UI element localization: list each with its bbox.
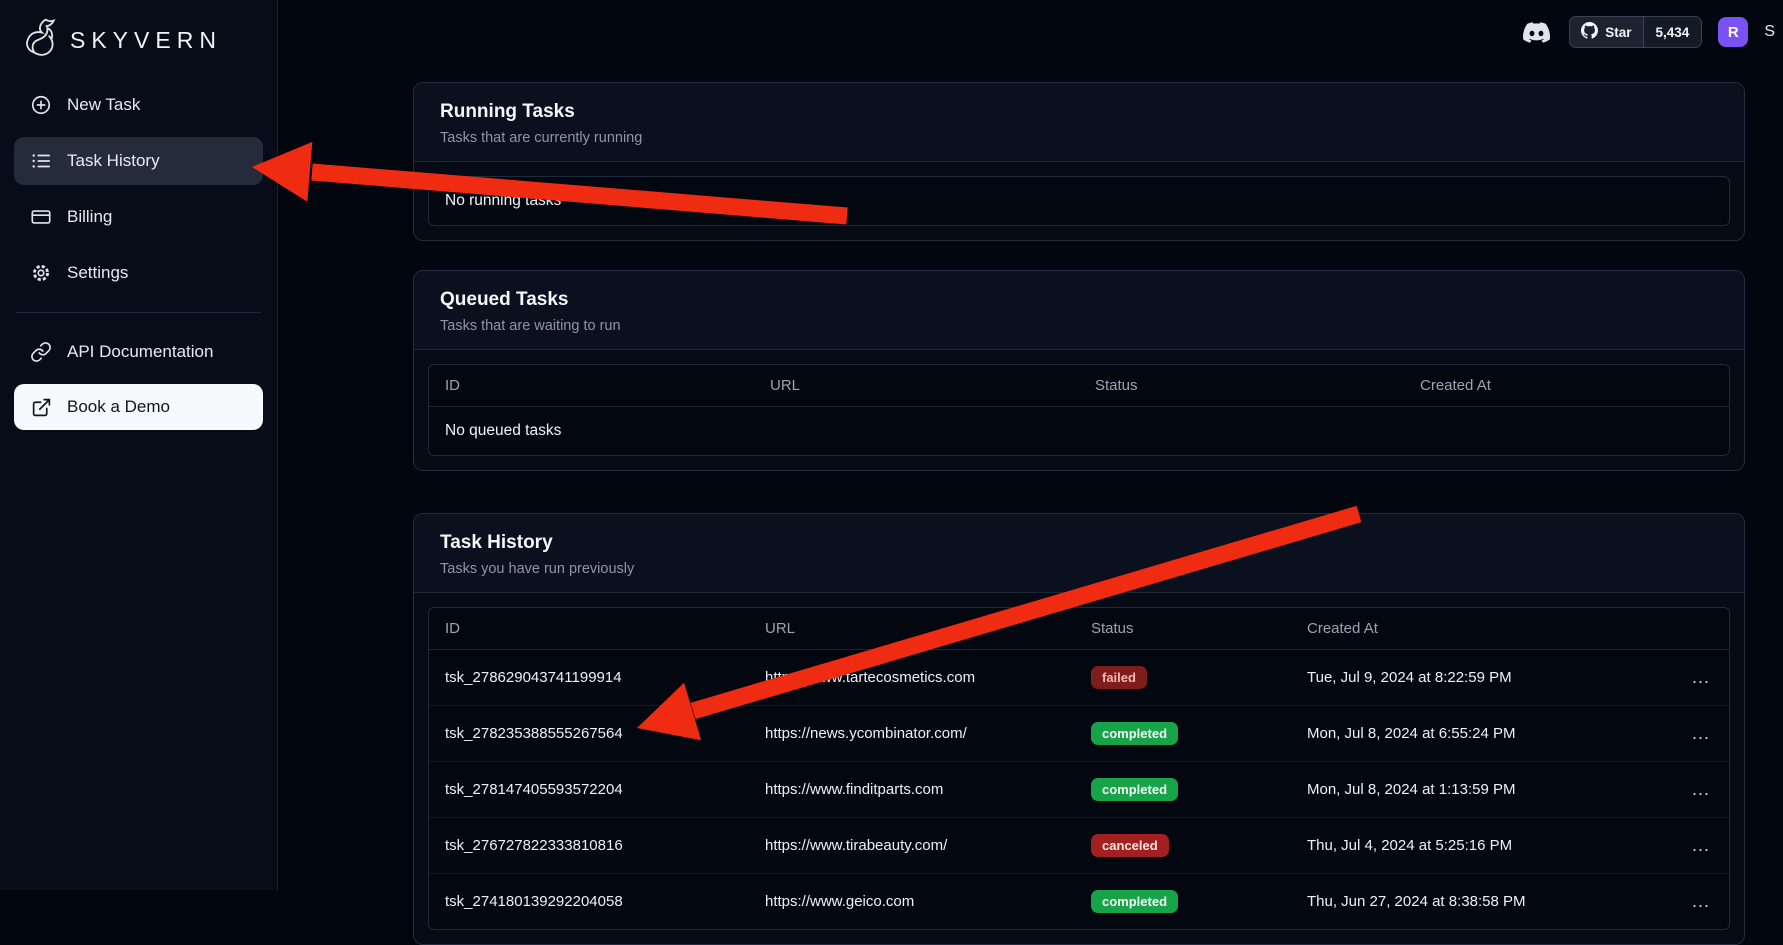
discord-icon[interactable] (1519, 17, 1553, 47)
running-tasks-table: No running tasks (428, 176, 1730, 226)
task-history-subtitle: Tasks you have run previously (440, 561, 1718, 577)
book-a-demo-button[interactable]: Book a Demo (14, 384, 263, 430)
sidebar-item-label: Task History (67, 151, 160, 171)
avatar[interactable]: R (1718, 17, 1748, 47)
user-name-partial: S (1764, 23, 1775, 41)
table-row[interactable]: tsk_278147405593572204 https://www.findi… (429, 762, 1729, 818)
queued-tasks-table-header: ID URL Status Created At (429, 365, 1729, 407)
sidebar-item-task-history[interactable]: Task History (14, 137, 263, 185)
book-a-demo-label: Book a Demo (67, 397, 170, 417)
queued-tasks-empty: No queued tasks (429, 407, 1729, 455)
cell-created-at: Thu, Jun 27, 2024 at 8:38:58 PM (1291, 877, 1673, 926)
task-history-card: Task History Tasks you have run previous… (413, 513, 1745, 945)
task-history-table-header: ID URL Status Created At (429, 608, 1729, 650)
skyvern-dragon-icon (18, 16, 62, 65)
running-tasks-title: Running Tasks (440, 101, 1718, 123)
table-row[interactable]: tsk_278629043741199914 https://www.tarte… (429, 650, 1729, 706)
cell-url: https://www.tartecosmetics.com (749, 653, 1075, 702)
sidebar-divider (16, 312, 261, 313)
running-tasks-header: Running Tasks Tasks that are currently r… (414, 83, 1744, 162)
column-header-id: ID (429, 608, 749, 649)
queued-tasks-card: Queued Tasks Tasks that are waiting to r… (413, 270, 1745, 471)
github-star-count: 5,434 (1643, 17, 1702, 47)
main-area: Star 5,434 R S Running Tasks Tasks that … (278, 0, 1783, 890)
status-badge: completed (1091, 778, 1178, 801)
row-actions-button[interactable]: ... (1673, 819, 1729, 872)
column-header-url: URL (754, 365, 1079, 406)
github-icon (1581, 22, 1598, 42)
status-badge: completed (1091, 890, 1178, 913)
cell-created-at: Mon, Jul 8, 2024 at 6:55:24 PM (1291, 709, 1673, 758)
external-link-icon (30, 396, 52, 418)
cell-created-at: Mon, Jul 8, 2024 at 1:13:59 PM (1291, 765, 1673, 814)
cell-created-at: Tue, Jul 9, 2024 at 8:22:59 PM (1291, 653, 1673, 702)
column-header-status: Status (1079, 365, 1404, 406)
queued-tasks-title: Queued Tasks (440, 289, 1718, 311)
credit-card-icon (30, 206, 52, 228)
sidebar-item-settings[interactable]: Settings (14, 249, 263, 297)
task-history-table: ID URL Status Created At tsk_27862904374… (428, 607, 1730, 930)
cell-task-id: tsk_274180139292204058 (429, 877, 749, 926)
queued-tasks-header: Queued Tasks Tasks that are waiting to r… (414, 271, 1744, 350)
table-row[interactable]: tsk_278235388555267564 https://news.ycom… (429, 706, 1729, 762)
sidebar-item-label: API Documentation (67, 342, 213, 362)
column-header-actions (1673, 608, 1729, 649)
running-tasks-card: Running Tasks Tasks that are currently r… (413, 82, 1745, 241)
github-star-label: Star (1605, 25, 1631, 40)
cell-url: https://www.finditparts.com (749, 765, 1075, 814)
running-tasks-content: No running tasks (414, 162, 1744, 240)
cell-created-at: Thu, Jul 4, 2024 at 5:25:16 PM (1291, 821, 1673, 870)
status-badge: canceled (1091, 834, 1169, 857)
row-actions-button[interactable]: ... (1673, 875, 1729, 928)
table-row[interactable]: tsk_276727822333810816 https://www.tirab… (429, 818, 1729, 874)
gear-icon (30, 262, 52, 284)
sidebar-item-api-documentation[interactable]: API Documentation (14, 328, 263, 376)
list-icon (30, 150, 52, 172)
content: Running Tasks Tasks that are currently r… (413, 82, 1745, 945)
status-badge: failed (1091, 666, 1147, 689)
queued-tasks-table: ID URL Status Created At No queued tasks (428, 364, 1730, 456)
plus-circle-icon (30, 94, 52, 116)
column-header-id: ID (429, 365, 754, 406)
sidebar-item-label: Settings (67, 263, 128, 283)
row-actions-button[interactable]: ... (1673, 651, 1729, 704)
link-icon (30, 341, 52, 363)
sidebar-item-label: New Task (67, 95, 140, 115)
sidebar-item-label: Billing (67, 207, 112, 227)
sidebar: SKYVERN New Task Task History (0, 0, 278, 890)
task-history-title: Task History (440, 532, 1718, 554)
cell-task-id: tsk_276727822333810816 (429, 821, 749, 870)
status-badge: completed (1091, 722, 1178, 745)
column-header-url: URL (749, 608, 1075, 649)
task-history-content: ID URL Status Created At tsk_27862904374… (414, 593, 1744, 944)
github-star-button[interactable]: Star 5,434 (1569, 16, 1702, 48)
sidebar-item-new-task[interactable]: New Task (14, 81, 263, 129)
table-row[interactable]: tsk_274180139292204058 https://www.geico… (429, 874, 1729, 929)
task-history-header: Task History Tasks you have run previous… (414, 514, 1744, 593)
running-tasks-subtitle: Tasks that are currently running (440, 130, 1718, 146)
cell-url: https://www.tirabeauty.com/ (749, 821, 1075, 870)
queued-tasks-content: ID URL Status Created At No queued tasks (414, 350, 1744, 470)
column-header-status: Status (1075, 608, 1291, 649)
sidebar-nav: New Task Task History Billing (14, 81, 263, 297)
queued-tasks-subtitle: Tasks that are waiting to run (440, 318, 1718, 334)
skyvern-logo[interactable]: SKYVERN (14, 14, 263, 81)
app-root: SKYVERN New Task Task History (0, 0, 1783, 890)
cell-task-id: tsk_278235388555267564 (429, 709, 749, 758)
cell-task-id: tsk_278629043741199914 (429, 653, 749, 702)
column-header-created-at: Created At (1404, 365, 1729, 406)
column-header-created-at: Created At (1291, 608, 1673, 649)
cell-url: https://www.geico.com (749, 877, 1075, 926)
topbar: Star 5,434 R S (1519, 16, 1775, 48)
row-actions-button[interactable]: ... (1673, 707, 1729, 760)
running-tasks-empty: No running tasks (429, 177, 1729, 225)
brand-name: SKYVERN (70, 27, 222, 54)
row-actions-button[interactable]: ... (1673, 763, 1729, 816)
sidebar-item-billing[interactable]: Billing (14, 193, 263, 241)
cell-task-id: tsk_278147405593572204 (429, 765, 749, 814)
cell-url: https://news.ycombinator.com/ (749, 709, 1075, 758)
